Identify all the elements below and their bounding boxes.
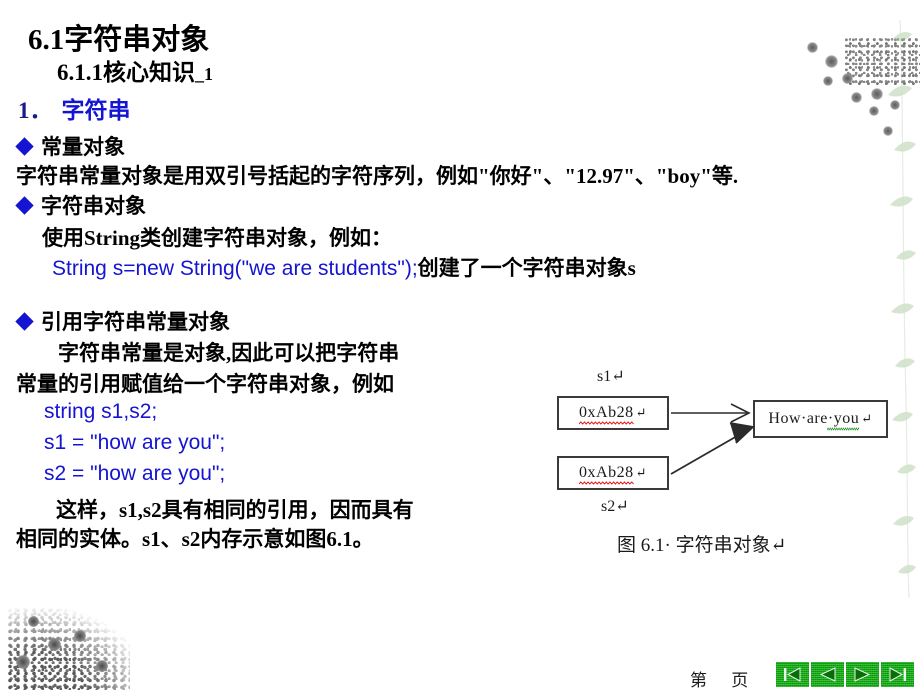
- code-line-assign-s2: s2 = "how are you";: [44, 462, 226, 485]
- diamond-bullet-icon: [15, 312, 34, 331]
- figure-box-s2-reference: 0xAb28 ↵: [557, 456, 669, 490]
- decorative-speck: [871, 88, 883, 100]
- next-slide-icon: [854, 667, 871, 682]
- decorative-speck: [74, 630, 86, 642]
- pilcrow-icon: ↵: [635, 405, 647, 420]
- page-subtitle: 6.1.1核心知识_1: [57, 53, 213, 87]
- slide-canvas: 6.1字符串对象 6.1.1核心知识_1 1． 字符串 常量对象 字符串常量对象是…: [0, 0, 920, 690]
- slide-navigation-bar: [776, 662, 914, 687]
- pilcrow-icon: ↵: [861, 411, 873, 426]
- previous-slide-icon: [819, 667, 836, 682]
- nav-first-slide-button[interactable]: [776, 662, 809, 687]
- bullet-string-object: 字符串对象: [15, 190, 146, 220]
- page-title: 6.1字符串对象: [28, 24, 210, 56]
- figure-string-object-memory: s1↵ s2↵ 0xAb28 ↵ 0xAb28 ↵ How·are·you ↵ …: [525, 348, 895, 563]
- decorative-speck: [807, 42, 818, 53]
- figure-box-value-wrapper: How·are·you: [768, 410, 860, 431]
- figure-box-s1-value: 0xAb28: [579, 404, 634, 421]
- decorative-speck: [883, 126, 893, 136]
- diamond-bullet-icon: [15, 137, 34, 156]
- nav-previous-slide-button[interactable]: [811, 662, 844, 687]
- figure-box-string-value: How·are·you ↵: [753, 400, 888, 438]
- code-line-string-new: String s=new String("we are students");创…: [52, 252, 636, 282]
- decorative-speckle-blob: [845, 38, 920, 86]
- page-subtitle-text: 6.1.1核心知识: [57, 60, 195, 85]
- decorative-speck: [890, 100, 900, 110]
- footer-page-indicator: 第 页: [690, 671, 759, 690]
- last-slide-icon: [889, 667, 906, 682]
- page-subtitle-suffix: _1: [195, 64, 213, 84]
- code-line-declare: string s1,s2;: [44, 400, 158, 423]
- decorative-speck: [48, 638, 61, 651]
- decorative-speck: [16, 655, 30, 669]
- figure-box-s2-value-wrapper: 0xAb28: [579, 464, 634, 485]
- paragraph-conclusion-line-1: 这样，s1,s2具有相同的引用，因而具有: [56, 498, 414, 522]
- green-squiggle-underline-icon: [826, 427, 860, 431]
- decorative-speck: [869, 106, 879, 116]
- figure-box-s1-reference: 0xAb28 ↵: [557, 396, 669, 430]
- nav-last-slide-button[interactable]: [881, 662, 914, 687]
- bottom-left-decoration: [8, 608, 130, 690]
- decorative-speck: [851, 92, 862, 103]
- decorative-speck: [28, 616, 39, 627]
- code-tail-text: 创建了一个字符串对象s: [417, 256, 636, 280]
- figure-box-s1-value-wrapper: 0xAb28: [579, 404, 634, 425]
- section-heading: 1． 字符串: [18, 91, 131, 125]
- figure-box-s2-value: 0xAb28: [579, 464, 634, 481]
- decorative-speck: [823, 76, 833, 86]
- nav-next-slide-button[interactable]: [846, 662, 879, 687]
- red-squiggle-underline-icon: [579, 421, 634, 425]
- figure-label-s1: s1↵: [597, 368, 625, 385]
- bullet-reference-constant-object: 引用字符串常量对象: [15, 306, 230, 336]
- top-right-decoration: [795, 0, 920, 136]
- paragraph-string-object: 使用String类创建字符串对象，例如：: [42, 226, 393, 250]
- code-line-assign-s1: s1 = "how are you";: [44, 431, 226, 454]
- decorative-speck: [842, 73, 853, 84]
- red-squiggle-underline-icon: [579, 481, 634, 485]
- first-slide-icon: [784, 667, 801, 682]
- paragraph-reference-line-2: 常量的引用赋值给一个字符串对象，例如: [16, 372, 394, 396]
- diamond-bullet-icon: [15, 196, 34, 215]
- decorative-speck: [96, 660, 108, 672]
- section-title: 字符串: [61, 98, 131, 123]
- bullet-constant-object: 常量对象: [15, 131, 125, 161]
- code-text: String s=new String("we are students");: [52, 257, 418, 280]
- pilcrow-icon: ↵: [635, 465, 647, 480]
- paragraph-reference-line-1: 字符串常量是对象,因此可以把字符串: [58, 341, 400, 365]
- paragraph-constant-object: 字符串常量对象是用双引号括起的字符序列，例如"你好"、"12.97"、"boy"…: [16, 164, 739, 188]
- figure-caption: 图 6.1· 字符串对象↵: [617, 535, 787, 556]
- bullet-label: 引用字符串常量对象: [41, 310, 230, 334]
- figure-box-value-text: How·are·you: [768, 410, 860, 427]
- section-number: 1．: [18, 98, 53, 123]
- figure-label-s2: s2↵: [601, 498, 629, 515]
- decorative-speck: [825, 55, 838, 68]
- bullet-label: 字符串对象: [41, 194, 146, 218]
- bullet-label: 常量对象: [41, 135, 125, 159]
- paragraph-conclusion-line-2: 相同的实体。s1、s2内存示意如图6.1。: [16, 527, 374, 551]
